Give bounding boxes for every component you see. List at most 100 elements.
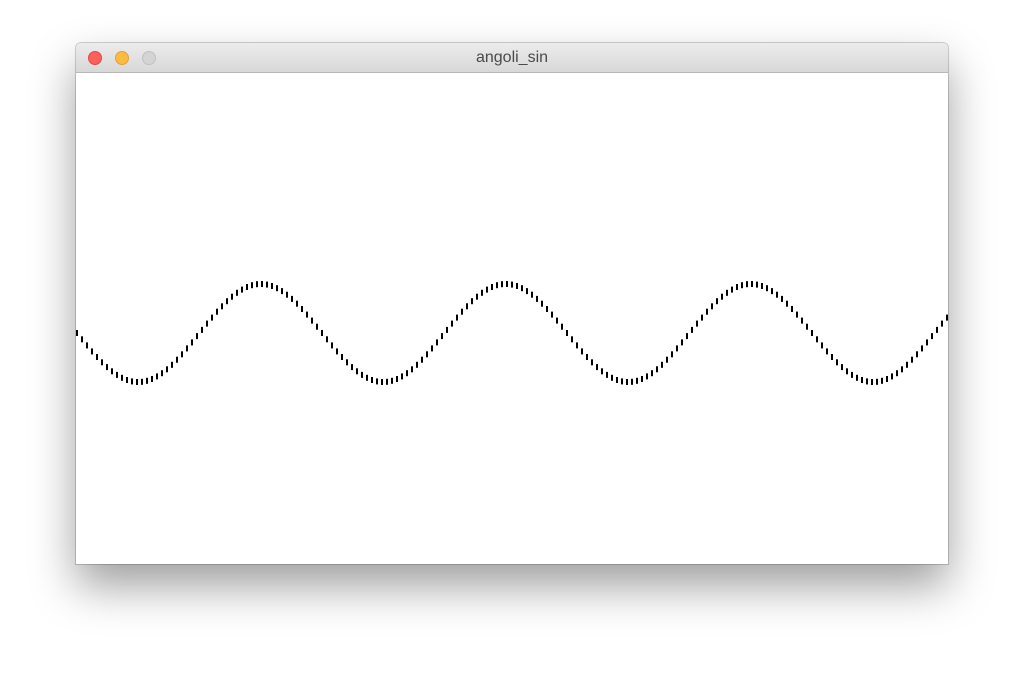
wave-point bbox=[736, 284, 738, 290]
wave-point bbox=[146, 377, 148, 384]
wave-point bbox=[426, 351, 428, 358]
wave-point bbox=[691, 326, 693, 333]
wave-point bbox=[806, 323, 808, 330]
wave-point bbox=[876, 378, 878, 385]
wave-point bbox=[566, 330, 568, 336]
wave-point bbox=[261, 281, 263, 287]
wave-point bbox=[386, 378, 388, 385]
wave-point bbox=[701, 314, 703, 321]
wave-point bbox=[341, 354, 343, 360]
wave-point bbox=[846, 368, 848, 375]
wave-point bbox=[356, 368, 358, 375]
wave-point bbox=[451, 320, 453, 327]
wave-point bbox=[286, 291, 288, 298]
wave-point bbox=[651, 370, 653, 377]
wave-point bbox=[871, 379, 873, 385]
wave-point bbox=[456, 314, 458, 321]
wave-point bbox=[136, 379, 138, 385]
wave-point bbox=[491, 284, 493, 290]
wave-point bbox=[466, 303, 468, 310]
wave-point bbox=[101, 359, 103, 366]
wave-point bbox=[166, 366, 168, 373]
wave-point bbox=[371, 377, 373, 383]
wave-point bbox=[206, 320, 208, 327]
wave-point bbox=[131, 378, 133, 385]
wave-point bbox=[851, 371, 853, 378]
wave-point bbox=[226, 298, 228, 305]
wave-point bbox=[296, 300, 298, 307]
wave-point bbox=[936, 326, 938, 333]
app-window: angoli_sin bbox=[76, 43, 948, 564]
wave-point bbox=[771, 288, 773, 295]
wave-point bbox=[421, 356, 423, 363]
wave-point bbox=[351, 364, 353, 371]
wave-point bbox=[856, 374, 858, 381]
wave-point bbox=[381, 379, 383, 385]
wave-point bbox=[641, 376, 643, 382]
wave-point bbox=[881, 377, 883, 384]
wave-point bbox=[76, 330, 78, 336]
wave-point bbox=[751, 281, 753, 287]
wave-point bbox=[536, 295, 538, 302]
wave-point bbox=[86, 342, 88, 349]
wave-point bbox=[686, 333, 688, 340]
wave-point bbox=[186, 345, 188, 352]
wave-point bbox=[911, 356, 913, 363]
wave-point bbox=[621, 378, 623, 385]
wave-point bbox=[211, 314, 213, 321]
wave-point bbox=[741, 282, 743, 289]
wave-point bbox=[151, 376, 153, 382]
wave-point bbox=[561, 323, 563, 330]
wave-point bbox=[626, 379, 628, 385]
wave-point bbox=[276, 285, 278, 292]
wave-point bbox=[681, 339, 683, 346]
wave-point bbox=[821, 342, 823, 349]
wave-point bbox=[326, 336, 328, 343]
wave-point bbox=[646, 373, 648, 380]
wave-point bbox=[886, 376, 888, 382]
wave-point bbox=[246, 284, 248, 290]
wave-point bbox=[721, 293, 723, 300]
wave-point bbox=[321, 330, 323, 336]
title-bar[interactable]: angoli_sin bbox=[76, 43, 948, 73]
wave-point bbox=[266, 281, 268, 288]
wave-point bbox=[941, 320, 943, 327]
wave-point bbox=[406, 370, 408, 377]
wave-point bbox=[216, 308, 218, 315]
wave-point bbox=[766, 285, 768, 292]
wave-point bbox=[436, 339, 438, 346]
wave-point bbox=[631, 378, 633, 385]
wave-point bbox=[306, 311, 308, 318]
wave-point bbox=[541, 300, 543, 307]
wave-point bbox=[761, 283, 763, 289]
wave-point bbox=[346, 359, 348, 366]
wave-point bbox=[836, 359, 838, 366]
wave-point bbox=[711, 303, 713, 310]
wave-point bbox=[791, 306, 793, 312]
wave-point bbox=[921, 345, 923, 352]
wave-point bbox=[516, 283, 518, 289]
wave-point bbox=[581, 348, 583, 355]
wave-point bbox=[616, 377, 618, 383]
wave-point bbox=[546, 306, 548, 312]
wave-point bbox=[191, 339, 193, 346]
wave-point bbox=[301, 306, 303, 312]
wave-point bbox=[606, 371, 608, 378]
sketch-canvas bbox=[76, 73, 948, 564]
wave-point bbox=[416, 361, 418, 368]
wave-point bbox=[411, 366, 413, 373]
wave-point bbox=[81, 336, 83, 343]
wave-point bbox=[596, 364, 598, 371]
wave-point bbox=[666, 356, 668, 363]
wave-point bbox=[801, 317, 803, 324]
wave-point bbox=[241, 286, 243, 293]
wave-point bbox=[601, 368, 603, 375]
wave-point bbox=[511, 281, 513, 288]
wave-point bbox=[231, 293, 233, 300]
wave-point bbox=[476, 293, 478, 300]
wave-point bbox=[366, 374, 368, 381]
wave-point bbox=[811, 330, 813, 336]
wave-point bbox=[676, 345, 678, 352]
wave-point bbox=[776, 291, 778, 298]
wave-point bbox=[931, 333, 933, 340]
